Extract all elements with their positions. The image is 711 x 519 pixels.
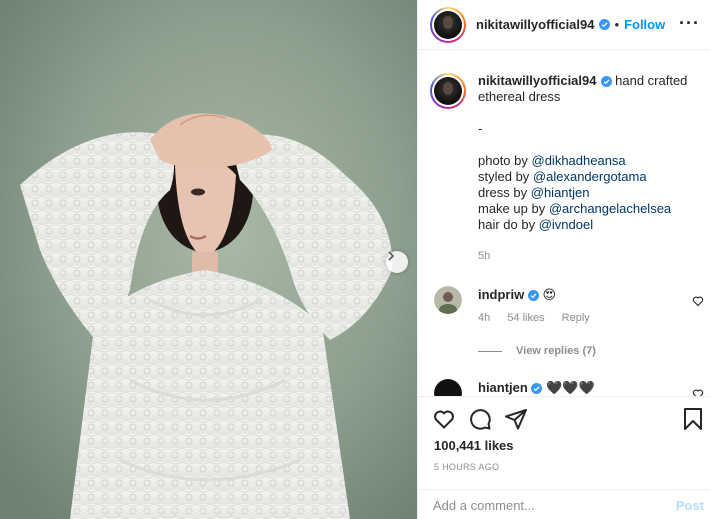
comment-item: hiantjen 🖤🖤🖤 bbox=[434, 379, 704, 396]
bookmark-icon[interactable] bbox=[682, 407, 704, 431]
add-comment-bar: Post bbox=[418, 489, 711, 519]
caption-avatar[interactable] bbox=[430, 73, 466, 109]
mention-link[interactable]: @dikhadheansa bbox=[532, 153, 626, 168]
view-replies-label: View replies (7) bbox=[516, 345, 596, 357]
credit-label: dress by bbox=[478, 185, 531, 200]
comments-section[interactable]: nikitawillyofficial94 hand crafted ether… bbox=[418, 51, 711, 396]
verified-badge-icon bbox=[531, 383, 543, 395]
avatar[interactable] bbox=[430, 6, 466, 43]
reply-button[interactable]: Reply bbox=[562, 312, 590, 324]
heart-icon[interactable] bbox=[432, 407, 456, 431]
verified-badge-icon bbox=[527, 290, 539, 302]
caption-text-line2: ethereal dress bbox=[478, 89, 561, 104]
mention-link[interactable]: @archangelachelsea bbox=[549, 201, 671, 216]
credit-label: make up by bbox=[478, 201, 549, 216]
mention-link[interactable]: @ivndoel bbox=[539, 217, 593, 232]
more-options-icon[interactable]: ··· bbox=[679, 13, 700, 34]
photo-illustration bbox=[0, 0, 417, 519]
separator-dot: • bbox=[614, 17, 620, 32]
commenter-avatar[interactable] bbox=[434, 379, 462, 396]
comment-username[interactable]: hiantjen bbox=[478, 380, 528, 395]
comment-username[interactable]: indpriw bbox=[478, 287, 524, 302]
post-timestamp[interactable]: 5 HOURS AGO bbox=[434, 462, 499, 472]
comment-item: indpriw 😍 4h 54 likes Reply bbox=[434, 286, 704, 324]
caption-text-line1: hand crafted bbox=[615, 73, 688, 88]
caption-time[interactable]: 5h bbox=[478, 250, 490, 262]
credit-label: photo by bbox=[478, 153, 532, 168]
post-actions: 100,441 likes 5 HOURS AGO Post bbox=[418, 396, 711, 519]
caption-username[interactable]: nikitawillyofficial94 bbox=[478, 73, 597, 88]
divider-line bbox=[478, 350, 502, 352]
like-comment-icon[interactable] bbox=[692, 295, 704, 307]
comment-text: 🖤🖤🖤 bbox=[546, 380, 595, 395]
post-side-panel: nikitawillyofficial94 • Follow ··· nikit… bbox=[417, 0, 711, 519]
credit-label: styled by bbox=[478, 169, 533, 184]
mention-link[interactable]: @hiantjen bbox=[531, 185, 590, 200]
share-icon[interactable] bbox=[504, 407, 528, 431]
mention-link[interactable]: @alexandergotama bbox=[533, 169, 647, 184]
comment-likes[interactable]: 54 likes bbox=[507, 312, 544, 324]
like-comment-icon[interactable] bbox=[692, 388, 704, 396]
commenter-avatar[interactable] bbox=[434, 286, 462, 314]
verified-badge-icon bbox=[600, 76, 612, 88]
caption: nikitawillyofficial94 hand crafted ether… bbox=[430, 73, 700, 264]
view-replies-button[interactable]: View replies (7) bbox=[478, 345, 596, 357]
likes-count[interactable]: 100,441 likes bbox=[434, 438, 514, 453]
follow-button[interactable]: Follow bbox=[624, 17, 665, 32]
chevron-right-icon bbox=[388, 251, 395, 261]
verified-badge-icon bbox=[598, 19, 610, 30]
comment-icon[interactable] bbox=[468, 407, 492, 431]
comment-time[interactable]: 4h bbox=[478, 312, 490, 324]
add-comment-input[interactable] bbox=[433, 494, 653, 516]
caption-separator: - bbox=[478, 121, 483, 136]
post-photo[interactable] bbox=[0, 0, 417, 519]
next-photo-button[interactable] bbox=[386, 251, 408, 273]
post-header: nikitawillyofficial94 • Follow ··· bbox=[418, 0, 711, 50]
credit-label: hair do by bbox=[478, 217, 539, 232]
comment-text: 😍 bbox=[542, 287, 557, 302]
header-username[interactable]: nikitawillyofficial94 bbox=[476, 17, 595, 32]
post-comment-button[interactable]: Post bbox=[676, 498, 704, 513]
